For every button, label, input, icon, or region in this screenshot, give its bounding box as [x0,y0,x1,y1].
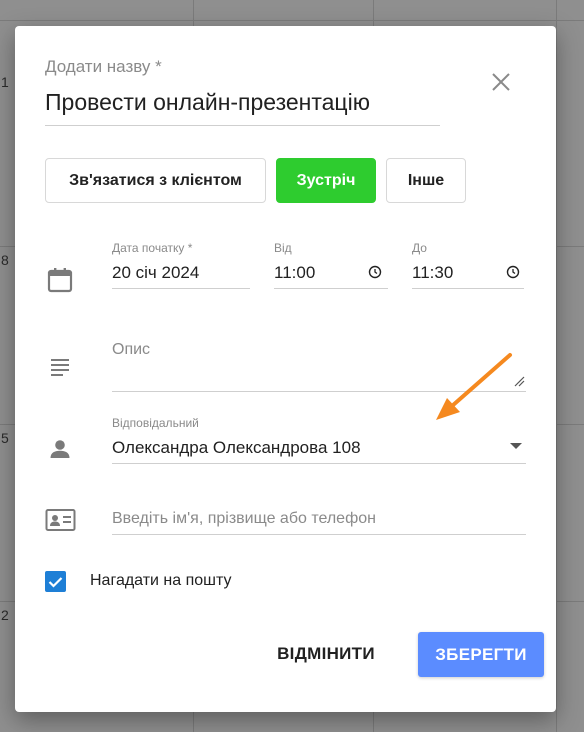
contact-card-icon [45,509,76,531]
dropdown-arrow-icon[interactable] [509,442,523,450]
calendar-day-number: 8 [1,252,9,268]
contact-search-input[interactable]: Введіть ім'я, прізвище або телефон [112,510,376,528]
calendar-icon [47,268,73,293]
checkmark-icon [48,576,63,588]
add-event-dialog: Додати назву * Провести онлайн-презентац… [15,26,556,712]
close-icon [492,73,510,91]
grid-line [556,0,557,732]
remind-checkbox[interactable] [45,571,66,592]
title-input[interactable]: Провести онлайн-презентацію [45,89,370,116]
responsible-label: Відповідальний [112,416,199,430]
calendar-day-number: 2 [1,607,9,623]
to-time-input[interactable]: 11:30 [412,263,453,283]
clock-icon[interactable] [506,265,520,279]
type-button-other[interactable]: Інше [386,158,466,203]
calendar-day-number: 5 [1,430,9,446]
from-time-underline [274,288,388,289]
resize-handle-icon[interactable] [513,375,525,387]
to-time-underline [412,288,524,289]
responsible-underline [112,463,526,464]
start-date-underline [112,288,250,289]
person-icon [50,440,70,458]
notes-icon [51,359,69,376]
type-button-contact-client[interactable]: Зв'язатися з клієнтом [45,158,266,203]
close-button[interactable] [487,68,515,96]
from-time-input[interactable]: 11:00 [274,263,315,283]
title-label: Додати назву * [45,57,162,76]
calendar-day-number: 1 [1,74,9,90]
start-date-label: Дата початку * [112,241,193,255]
remind-label: Нагадати на пошту [90,572,232,589]
contact-underline [112,534,526,535]
grid-line [0,20,584,21]
cancel-button[interactable]: ВІДМІНИТИ [266,632,386,676]
from-time-label: Від [274,241,292,255]
description-underline [112,391,526,392]
start-date-input[interactable]: 20 січ 2024 [112,263,199,283]
description-input[interactable]: Опис [112,341,150,359]
responsible-select[interactable]: Олександра Олександрова 108 [112,438,361,458]
to-time-label: До [412,241,427,255]
type-button-meeting[interactable]: Зустріч [276,158,376,203]
title-underline [45,125,440,126]
save-button[interactable]: ЗБЕРЕГТИ [418,632,544,677]
clock-icon[interactable] [368,265,382,279]
